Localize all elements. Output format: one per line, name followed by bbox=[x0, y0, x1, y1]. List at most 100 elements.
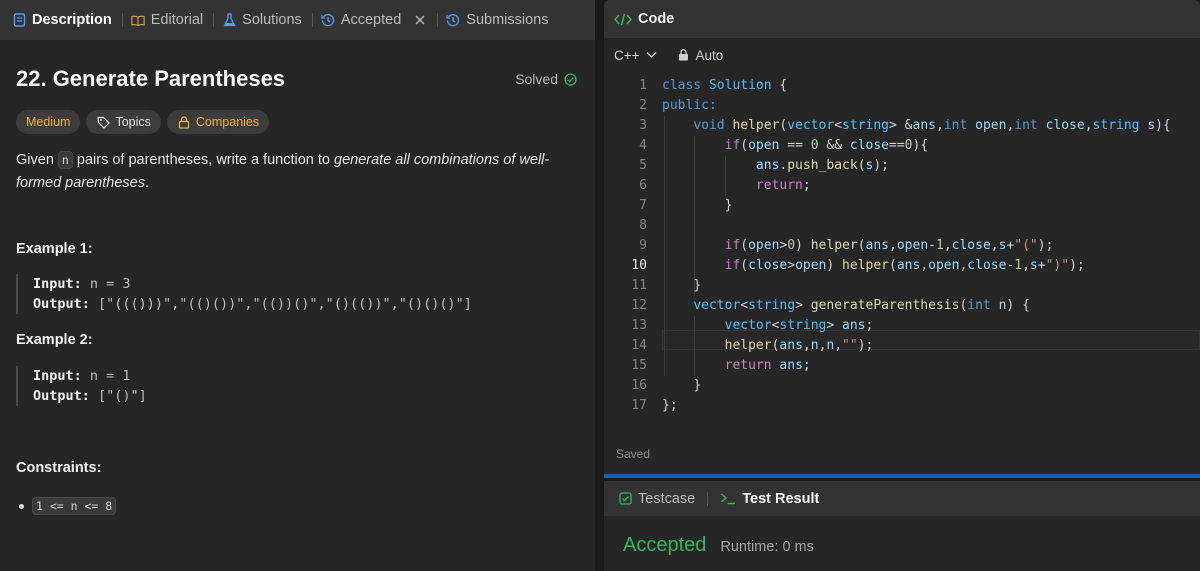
tab-label: Solutions bbox=[242, 12, 302, 28]
code-line: 10 if(close>open) helper(ans,open,close-… bbox=[604, 256, 1200, 276]
code-line: 13 vector<string> ans; bbox=[604, 316, 1200, 336]
pane-resizer[interactable] bbox=[595, 0, 604, 571]
history-icon bbox=[321, 13, 335, 27]
line-number: 16 bbox=[631, 378, 647, 393]
line-number: 10 bbox=[631, 258, 647, 273]
example-1-title: Example 1: bbox=[16, 241, 93, 257]
line-number: 15 bbox=[631, 358, 647, 373]
topics-tag[interactable]: Topics bbox=[86, 110, 161, 134]
editor-pane: Code C++ Auto 1 class Solution {2 publi… bbox=[604, 0, 1200, 571]
tab-editorial[interactable]: Editorial bbox=[131, 12, 213, 28]
flask-icon bbox=[222, 13, 236, 27]
chevron-down-icon bbox=[645, 48, 659, 62]
input-label: Input: bbox=[33, 368, 82, 384]
desc-text: pairs of parentheses, write a function t… bbox=[72, 152, 335, 168]
code-toolbar: C++ Auto bbox=[604, 40, 1200, 70]
constraints-title: Constraints: bbox=[16, 460, 102, 476]
tab-description[interactable]: Description bbox=[12, 12, 122, 28]
problem-content: 22. Generate Parentheses Solved Medium T… bbox=[0, 40, 595, 195]
line-number: 6 bbox=[639, 178, 647, 193]
code-line: 16 } bbox=[604, 376, 1200, 396]
code-header: Code bbox=[604, 0, 1200, 38]
code-line: 4 if(open == 0 && close==0){ bbox=[604, 136, 1200, 156]
save-status: Saved bbox=[616, 447, 651, 461]
code-line: 6 return; bbox=[604, 176, 1200, 196]
code-text: class Solution { bbox=[662, 78, 788, 93]
tab-label: Testcase bbox=[638, 490, 696, 507]
lock-icon bbox=[177, 115, 191, 129]
code-panel: Code C++ Auto 1 class Solution {2 publi… bbox=[604, 0, 1200, 474]
code-text: vector<string> generateParenthesis(int n… bbox=[693, 298, 1030, 313]
checkbox-icon bbox=[618, 492, 632, 506]
solved-status: Solved bbox=[515, 71, 577, 87]
constraint-item: 1 <= n <= 8 bbox=[16, 497, 117, 515]
line-number: 17 bbox=[631, 398, 647, 413]
problem-title: 22. Generate Parentheses bbox=[16, 66, 286, 91]
tab-accepted[interactable]: Accepted bbox=[321, 12, 437, 28]
lock-icon bbox=[677, 48, 691, 62]
code-line: 3 void helper(vector<string> &ans,int op… bbox=[604, 116, 1200, 136]
code-text: vector<string> ans; bbox=[724, 318, 874, 333]
auto-mode[interactable]: Auto bbox=[677, 47, 724, 63]
line-number: 13 bbox=[631, 318, 647, 333]
tab-label: Editorial bbox=[150, 12, 204, 28]
tab-separator bbox=[707, 491, 709, 506]
result-body: Accepted Runtime: 0 ms bbox=[604, 516, 1200, 557]
tab-submissions[interactable]: Submissions bbox=[446, 12, 558, 28]
code-editor[interactable]: 1 class Solution { 2 public: 3 void helper… bbox=[604, 76, 1200, 421]
code-text: helper(ans,n,n,""); bbox=[724, 338, 874, 353]
code-text: if(open>0) helper(ans,open-1,close,s+"("… bbox=[724, 238, 1054, 253]
output-value: ["()"] bbox=[89, 388, 147, 404]
example-output: Output: ["((()))","(()())","(())()","()(… bbox=[33, 294, 472, 314]
input-label: Input: bbox=[33, 276, 82, 292]
language-select[interactable]: C++ bbox=[614, 48, 659, 63]
left-tab-bar: Description Editorial Solutions Accepted bbox=[0, 0, 595, 40]
tab-testcase[interactable]: Testcase bbox=[618, 491, 695, 507]
code-text: } bbox=[724, 198, 733, 213]
tab-separator bbox=[213, 13, 215, 27]
result-panel: Testcase Test Result Accepted Runtime: 0… bbox=[604, 481, 1200, 571]
problem-description: Given n pairs of parentheses, write a fu… bbox=[16, 149, 576, 195]
line-number: 5 bbox=[639, 158, 647, 173]
line-number: 12 bbox=[631, 298, 647, 313]
tab-separator bbox=[311, 13, 313, 27]
example-2-block: Input: n = 1 Output: ["()"] bbox=[16, 366, 147, 406]
history-icon bbox=[446, 13, 460, 27]
tab-separator bbox=[121, 13, 123, 27]
line-number: 7 bbox=[639, 198, 647, 213]
line-number: 11 bbox=[631, 278, 647, 293]
solved-label: Solved bbox=[515, 71, 558, 87]
code-title: Code bbox=[638, 11, 675, 27]
difficulty-badge: Medium bbox=[16, 110, 81, 134]
topics-label: Topics bbox=[115, 115, 151, 129]
tab-solutions[interactable]: Solutions bbox=[222, 12, 312, 28]
constraint-code: 1 <= n <= 8 bbox=[32, 497, 117, 515]
bullet bbox=[19, 503, 24, 509]
tag-icon bbox=[96, 115, 110, 129]
description-pane: Description Editorial Solutions Accepted bbox=[0, 0, 595, 571]
line-number: 8 bbox=[639, 218, 647, 233]
input-value: n = 1 bbox=[81, 368, 131, 384]
companies-tag[interactable]: Companies bbox=[166, 110, 270, 134]
output-value: ["((()))","(()())","(())()","()(())","()… bbox=[89, 296, 472, 312]
example-input: Input: n = 3 bbox=[33, 274, 472, 294]
code-brackets-icon bbox=[614, 12, 632, 26]
mode-label: Auto bbox=[695, 47, 724, 63]
code-text: if(open == 0 && close==0){ bbox=[724, 138, 929, 153]
tag-row: Medium Topics Companies bbox=[16, 110, 579, 134]
tab-test-result[interactable]: Test Result bbox=[720, 491, 819, 507]
desc-text: Given bbox=[16, 152, 58, 168]
code-text: } bbox=[693, 378, 702, 393]
tab-label: Description bbox=[32, 12, 112, 28]
language-label: C++ bbox=[614, 47, 640, 63]
code-line: 8 bbox=[604, 216, 1200, 236]
title-row: 22. Generate Parentheses Solved bbox=[16, 62, 579, 96]
code-text: ans.push_back(s); bbox=[755, 158, 889, 173]
line-number: 4 bbox=[639, 138, 647, 153]
line-number: 2 bbox=[639, 98, 647, 113]
code-line: 15 return ans; bbox=[604, 356, 1200, 376]
tab-label: Test Result bbox=[742, 490, 820, 507]
code-text: }; bbox=[662, 398, 678, 413]
code-text: return; bbox=[755, 178, 811, 193]
close-icon[interactable] bbox=[413, 13, 427, 27]
